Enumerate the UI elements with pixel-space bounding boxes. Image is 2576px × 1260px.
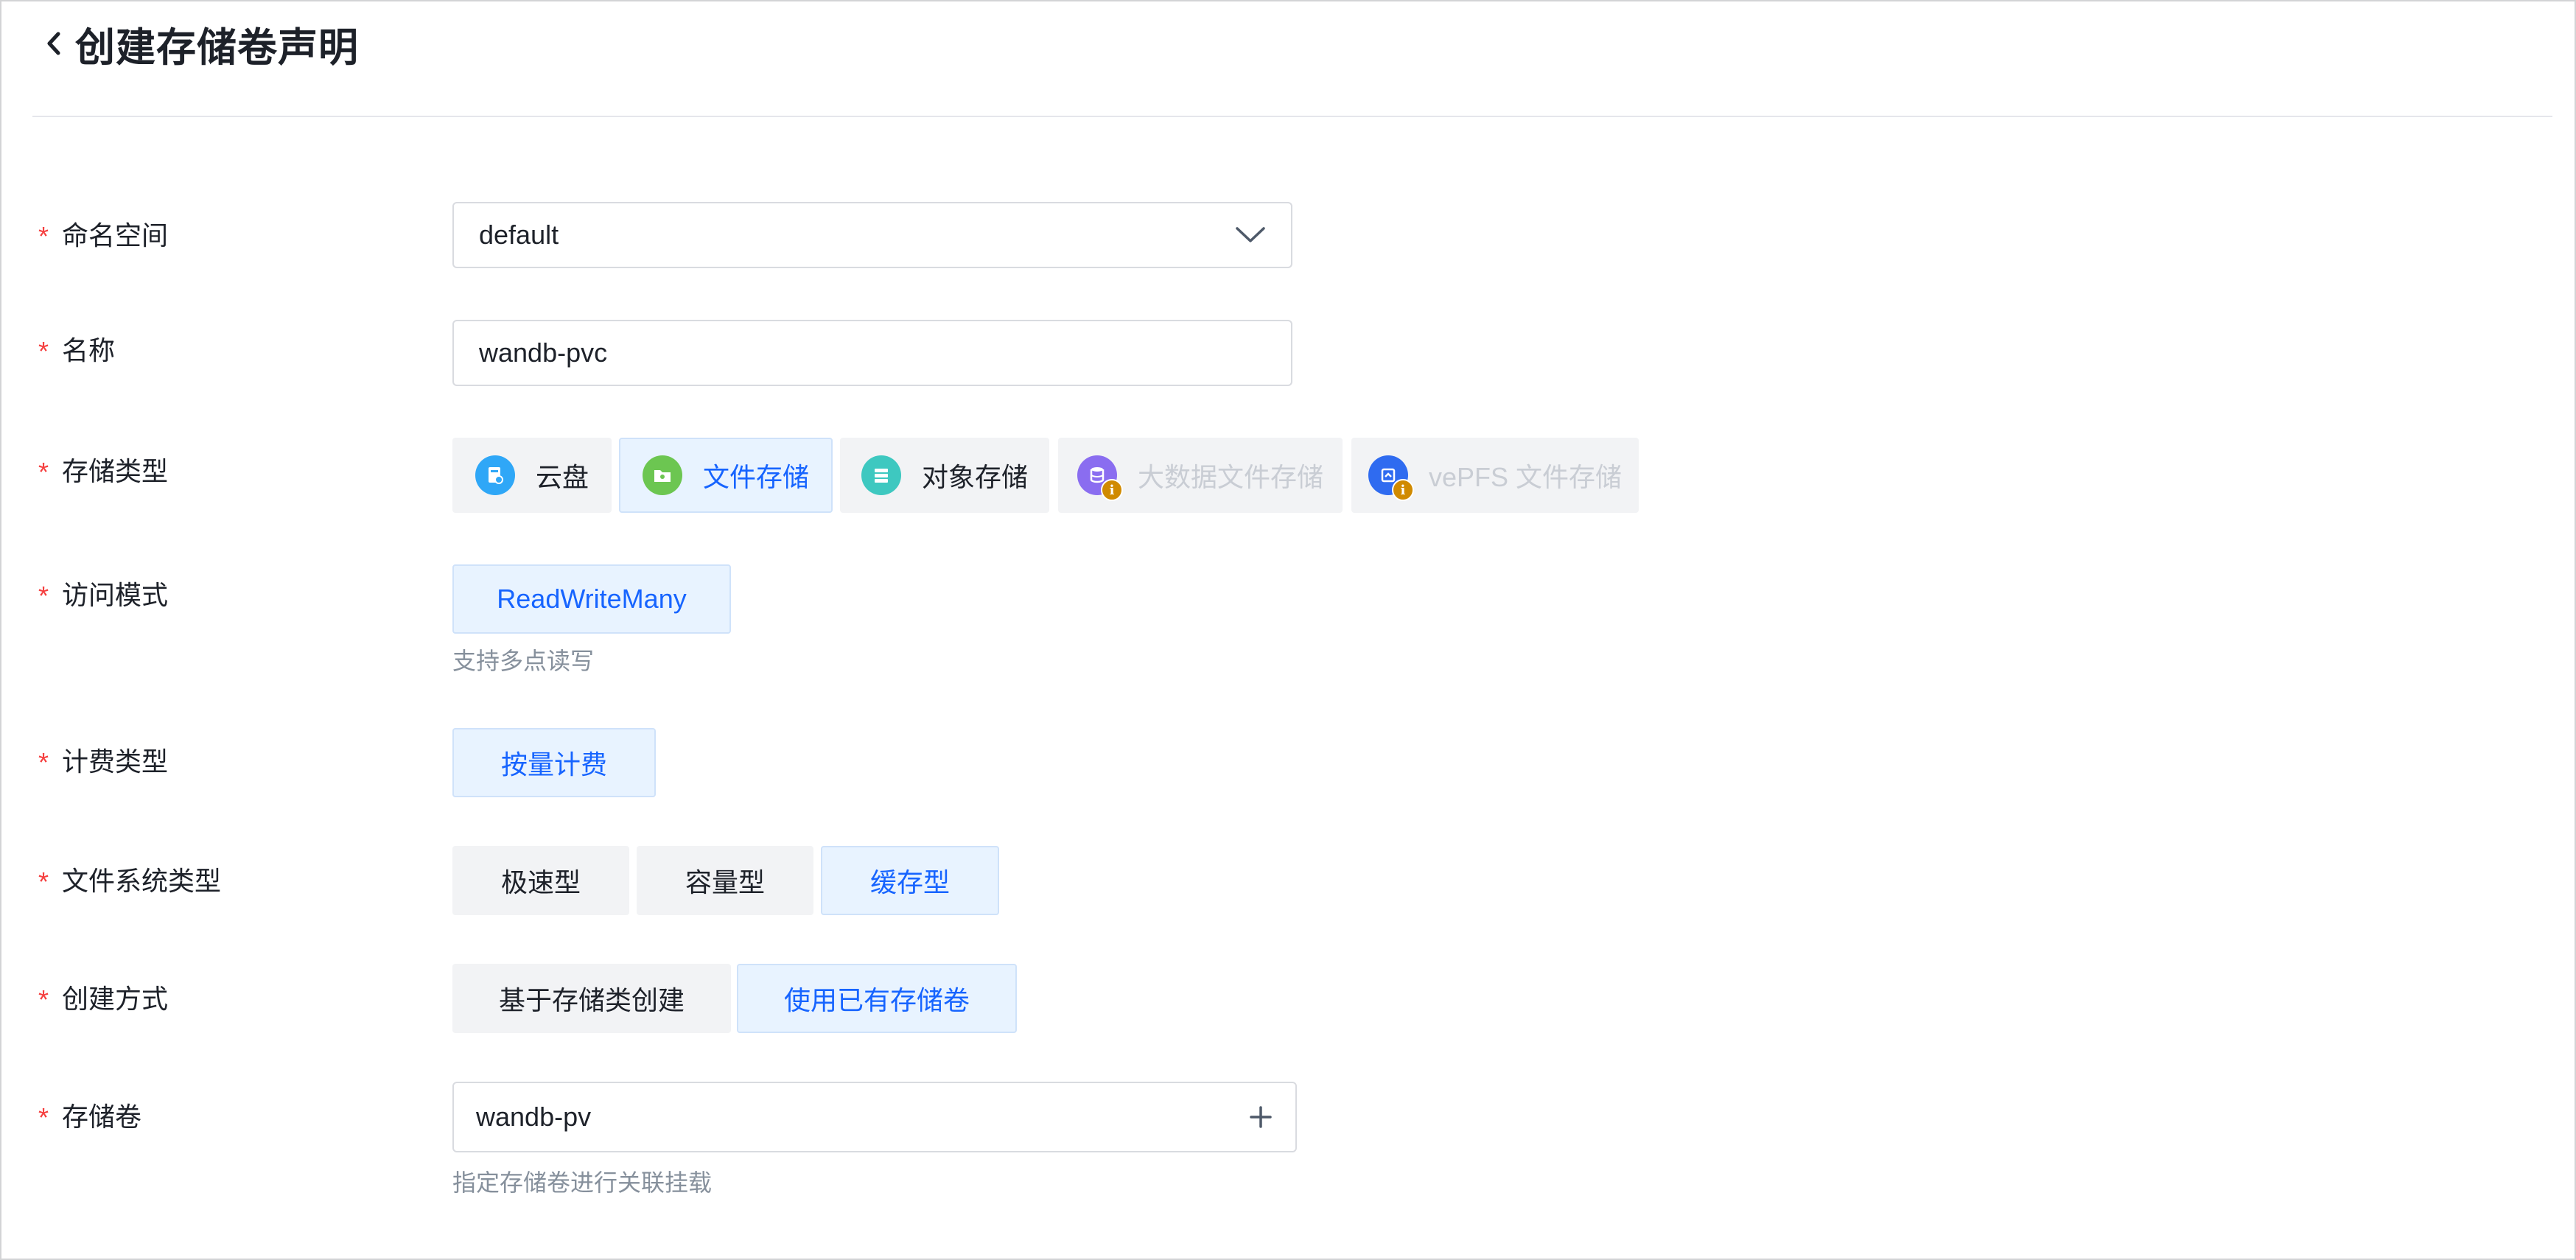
create-method-option-storage-class[interactable]: 基于存储类创建 — [452, 964, 731, 1033]
required-mark: * — [38, 221, 49, 251]
object-storage-icon — [861, 455, 901, 495]
required-mark: * — [38, 867, 49, 897]
fs-type-option-label: 缓存型 — [869, 867, 950, 897]
storage-option-vepfs[interactable]: i vePFS 文件存储 — [1351, 438, 1639, 513]
name-label: * 名称 — [38, 315, 115, 382]
volume-hint: 指定存储卷进行关联挂载 — [452, 1169, 713, 1196]
storage-type-label: * 存储类型 — [38, 436, 168, 503]
storage-option-label: 对象存储 — [921, 462, 1028, 492]
create-method-label-text: 创建方式 — [62, 984, 169, 1014]
create-method-option-label: 使用已有存储卷 — [783, 985, 970, 1015]
volume-label: * 存储卷 — [38, 1082, 141, 1148]
namespace-select[interactable]: default — [452, 202, 1292, 268]
create-method-option-existing-volume[interactable]: 使用已有存储卷 — [737, 964, 1017, 1033]
access-mode-label: * 访问模式 — [38, 560, 168, 626]
fs-type-label-text: 文件系统类型 — [62, 866, 222, 896]
access-mode-hint: 支持多点读写 — [452, 648, 595, 674]
required-mark: * — [38, 457, 49, 487]
fs-type-option-label: 容量型 — [685, 867, 765, 897]
name-input[interactable]: wandb-pvc — [452, 320, 1292, 386]
billing-type-label: * 计费类型 — [38, 727, 168, 793]
storage-option-label: 大数据文件存储 — [1137, 462, 1323, 492]
storage-option-cloud-disk[interactable]: 云盘 — [452, 438, 612, 513]
fs-type-option-extreme[interactable]: 极速型 — [452, 846, 629, 915]
namespace-select-value: default — [479, 220, 559, 250]
file-storage-icon — [642, 455, 682, 495]
fs-type-label: * 文件系统类型 — [38, 846, 221, 912]
name-label-text: 名称 — [62, 335, 116, 365]
info-badge-icon: i — [1391, 479, 1414, 501]
back-chevron-icon[interactable] — [43, 30, 65, 57]
billing-option-pay-as-you-go[interactable]: 按量计费 — [452, 728, 656, 797]
required-mark: * — [38, 1102, 49, 1133]
namespace-label-text: 命名空间 — [62, 220, 169, 251]
create-method-label: * 创建方式 — [38, 964, 168, 1030]
page-header: 创建存储卷声明 — [43, 18, 359, 70]
name-input-value: wandb-pvc — [479, 337, 608, 368]
volume-select[interactable]: wandb-pv — [452, 1082, 1297, 1152]
access-mode-label-text: 访问模式 — [62, 580, 169, 610]
volume-select-value: wandb-pv — [476, 1102, 592, 1132]
access-mode-option-rwm[interactable]: ReadWriteMany — [452, 564, 731, 634]
storage-option-label: 云盘 — [535, 462, 589, 492]
storage-option-bigdata[interactable]: i 大数据文件存储 — [1058, 438, 1343, 513]
header-divider — [32, 116, 2552, 117]
required-mark: * — [38, 984, 49, 1015]
required-mark: * — [38, 336, 49, 366]
fs-type-option-capacity[interactable]: 容量型 — [637, 846, 813, 915]
page-title: 创建存储卷声明 — [75, 25, 359, 70]
fs-type-option-label: 极速型 — [500, 867, 581, 897]
billing-option-label: 按量计费 — [500, 749, 607, 780]
storage-option-label: vePFS 文件存储 — [1428, 462, 1623, 492]
storage-option-label: 文件存储 — [702, 462, 809, 492]
info-badge-icon: i — [1100, 479, 1123, 501]
page-container: 创建存储卷声明 * 命名空间 default * 名称 wandb-pvc * … — [0, 0, 2576, 1260]
bigdata-storage-icon: i — [1077, 455, 1123, 501]
required-mark: * — [38, 747, 49, 777]
namespace-label: * 命名空间 — [38, 200, 168, 267]
vepfs-storage-icon: i — [1368, 455, 1414, 501]
chevron-down-icon — [1236, 227, 1265, 242]
storage-option-file-storage[interactable]: 文件存储 — [619, 438, 833, 513]
cloud-disk-icon — [475, 455, 515, 495]
required-mark: * — [38, 581, 49, 611]
volume-label-text: 存储卷 — [62, 1102, 142, 1132]
storage-type-label-text: 存储类型 — [62, 456, 169, 486]
storage-option-object-storage[interactable]: 对象存储 — [840, 438, 1049, 513]
plus-icon[interactable] — [1248, 1105, 1273, 1130]
billing-type-label-text: 计费类型 — [62, 746, 169, 777]
create-method-option-label: 基于存储类创建 — [498, 985, 685, 1015]
access-mode-option-label: ReadWriteMany — [497, 584, 687, 614]
fs-type-option-cache[interactable]: 缓存型 — [821, 846, 999, 915]
